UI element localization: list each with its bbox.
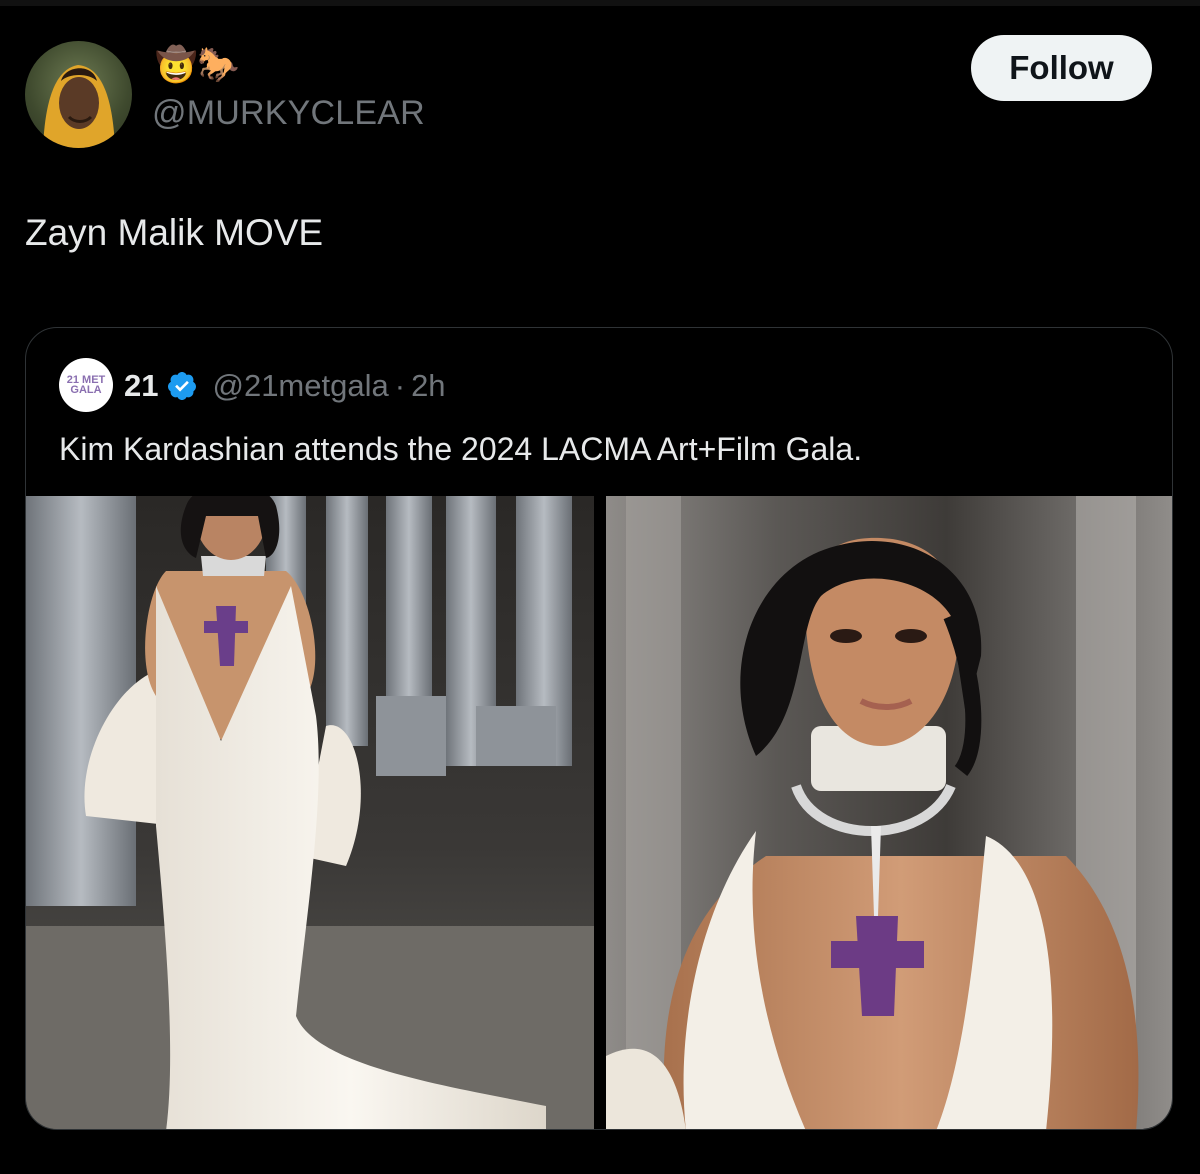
- quoted-author-name[interactable]: 21: [124, 368, 158, 404]
- quoted-author-avatar[interactable]: 21 MET GALA: [59, 358, 113, 412]
- follow-button[interactable]: Follow: [971, 35, 1152, 101]
- quoted-post-text: Kim Kardashian attends the 2024 LACMA Ar…: [59, 431, 863, 467]
- top-divider: [0, 0, 1200, 6]
- quoted-post-card[interactable]: 21 MET GALA 21 @21metgala · 2h Kim Karda…: [25, 327, 1173, 1130]
- author-emoji-name[interactable]: 🤠🐎: [155, 45, 240, 85]
- media-photo-1[interactable]: [26, 496, 594, 1129]
- post-text: Zayn Malik MOVE: [25, 212, 324, 253]
- quoted-post-meta: 21 @21metgala · 2h: [124, 364, 446, 408]
- author-avatar[interactable]: [25, 41, 132, 148]
- media-photo-2[interactable]: [606, 496, 1172, 1129]
- quoted-author-handle[interactable]: @21metgala: [212, 368, 388, 404]
- verified-badge-icon: [168, 372, 197, 400]
- quoted-post-time[interactable]: 2h: [411, 368, 445, 404]
- author-handle[interactable]: @MURKYCLEAR: [152, 94, 425, 133]
- meta-separator: ·: [394, 368, 406, 403]
- author-name-row[interactable]: 🤠🐎: [155, 42, 240, 88]
